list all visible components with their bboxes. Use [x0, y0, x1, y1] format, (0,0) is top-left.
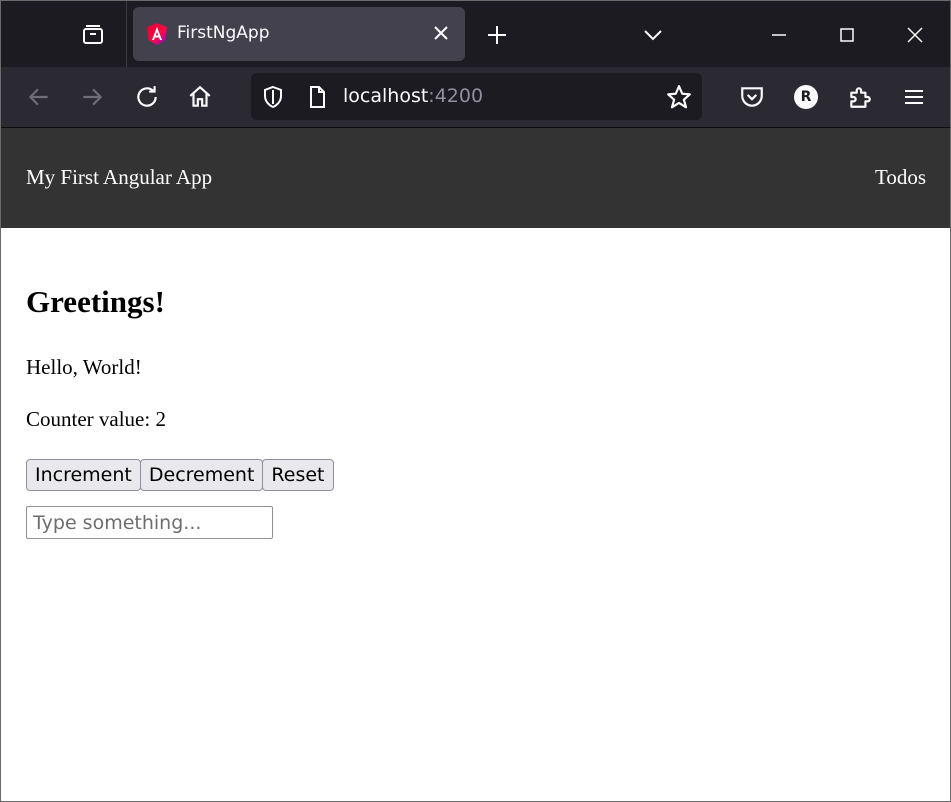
counter-buttons: Increment Decrement Reset	[26, 459, 334, 491]
browser-window: FirstNgApp localhost:4200 R My First Ang…	[0, 0, 951, 802]
home-icon[interactable]	[182, 79, 218, 115]
page-heading: Greetings!	[26, 284, 165, 319]
tab-title: FirstNgApp	[177, 23, 270, 43]
pocket-icon[interactable]	[734, 79, 770, 115]
account-avatar[interactable]: R	[788, 79, 824, 115]
close-window-icon[interactable]	[893, 13, 937, 57]
new-tab-icon[interactable]	[477, 15, 517, 55]
star-icon[interactable]	[666, 84, 692, 110]
minimize-icon[interactable]	[757, 13, 801, 57]
tab-strip: FirstNgApp	[1, 1, 950, 67]
back-arrow-icon[interactable]	[21, 79, 57, 115]
reset-button[interactable]: Reset	[262, 459, 334, 491]
todos-link[interactable]: Todos	[875, 165, 926, 190]
address-bar[interactable]: localhost:4200	[251, 73, 702, 120]
forward-arrow-icon[interactable]	[74, 79, 110, 115]
tab-firstngapp[interactable]: FirstNgApp	[133, 7, 465, 61]
increment-button[interactable]: Increment	[26, 459, 141, 491]
url-port: :4200	[428, 85, 484, 107]
maximize-icon[interactable]	[825, 13, 869, 57]
greeting-text: Hello, World!	[26, 355, 142, 379]
page-content: My First Angular App Todos Greetings! He…	[1, 128, 950, 801]
angular-logo-icon	[145, 22, 169, 46]
url-text[interactable]: localhost:4200	[343, 85, 483, 107]
app-header: My First Angular App Todos	[1, 128, 950, 228]
tab-close-icon[interactable]	[429, 21, 453, 45]
tab-overview-icon[interactable]	[67, 15, 119, 55]
shield-icon[interactable]	[261, 85, 285, 109]
puzzle-icon[interactable]	[842, 79, 878, 115]
tab-divider	[126, 1, 127, 67]
app-title: My First Angular App	[26, 165, 213, 189]
url-host: localhost	[343, 85, 429, 107]
text-input[interactable]	[26, 506, 273, 539]
hamburger-menu-icon[interactable]	[896, 79, 932, 115]
decrement-button[interactable]: Decrement	[139, 459, 264, 491]
chevron-down-icon[interactable]	[633, 15, 673, 55]
nav-toolbar: localhost:4200 R	[1, 67, 950, 128]
page-icon[interactable]	[305, 85, 329, 109]
reload-icon[interactable]	[129, 79, 165, 115]
counter-value-text: Counter value: 2	[26, 407, 166, 431]
account-initial: R	[800, 89, 812, 105]
